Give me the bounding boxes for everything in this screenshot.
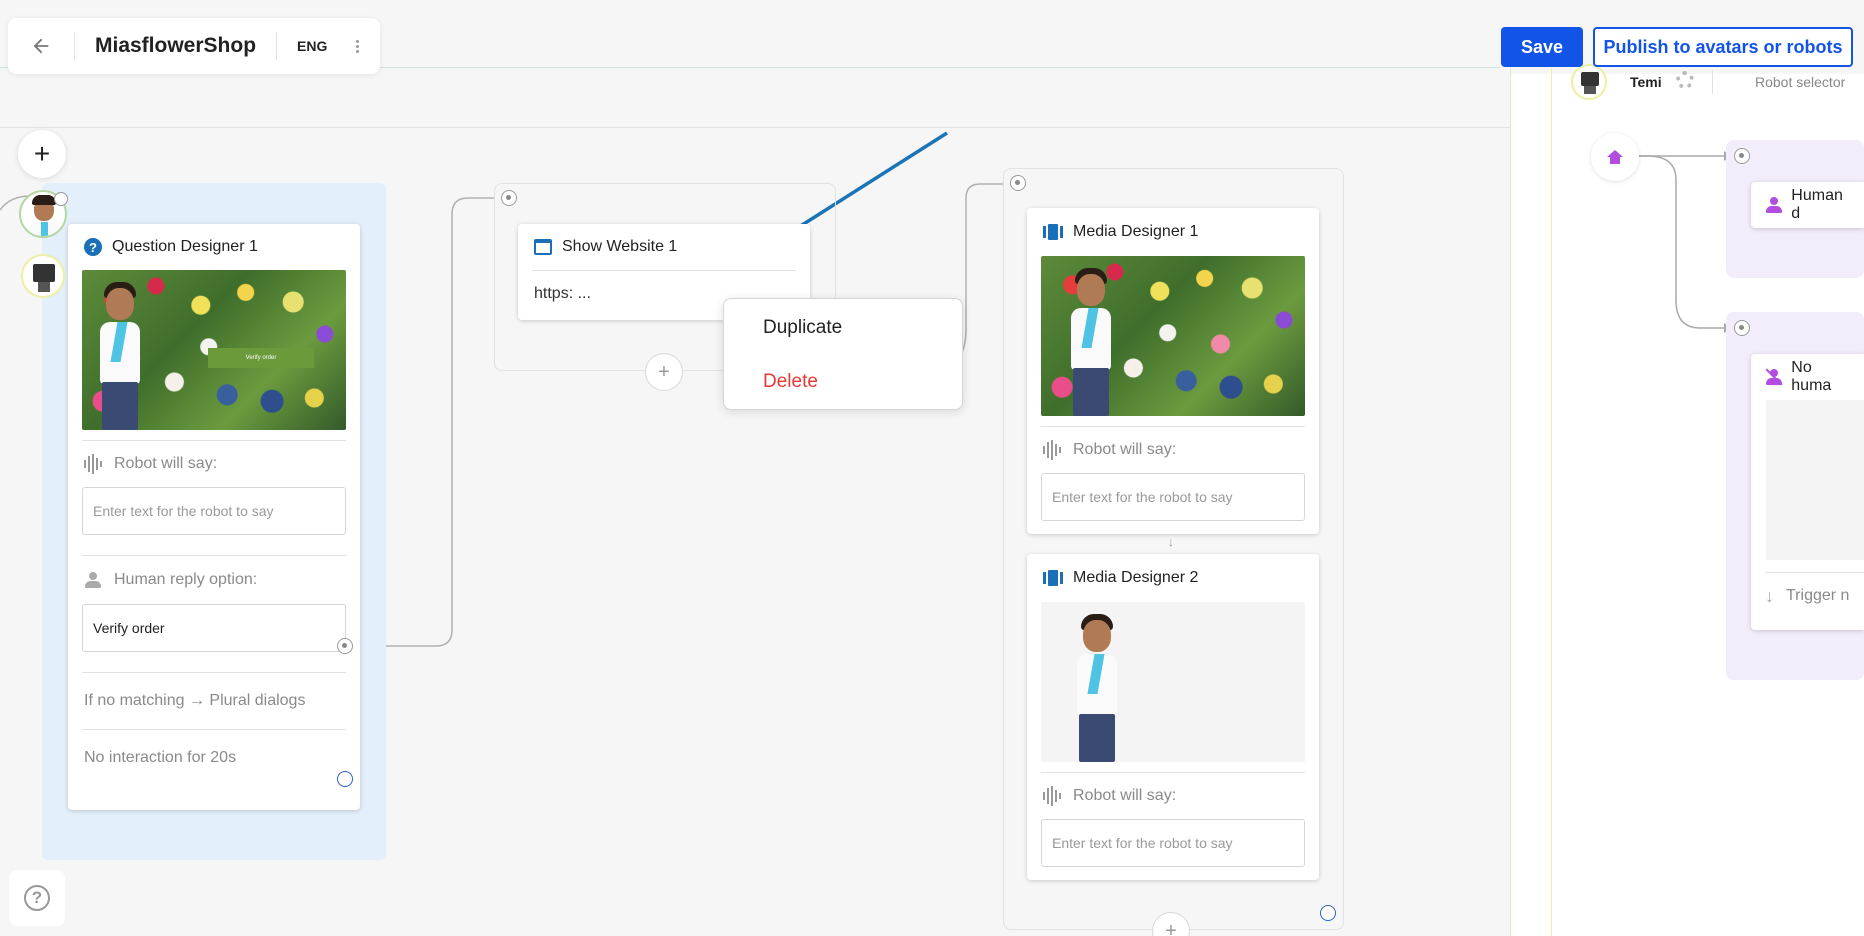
website-card-title: Show Website 1 [562,238,678,255]
back-arrow-icon [33,38,49,54]
no-match-row[interactable]: If no matching → Plural dialogs [68,673,360,729]
robot-say-row: Robot will say: [68,441,360,487]
help-icon: ? [24,885,50,911]
duplicate-menu-item[interactable]: Duplicate [724,301,962,355]
robot-avatar[interactable] [1571,64,1607,100]
panel-inner-border [1551,68,1552,936]
media-card-1-header: Media Designer 1 [1027,208,1319,256]
media-1-robot-say-row: Robot will say: [1027,427,1319,473]
no-human-card[interactable]: No huma ↓ Trigger n [1751,354,1864,630]
human-detected-card[interactable]: Human d [1751,182,1864,228]
panel-border [1510,68,1511,936]
human-card-title: Human d [1791,187,1843,222]
website-input-port[interactable] [501,190,517,206]
delete-menu-item[interactable]: Delete [724,355,962,409]
language-selector[interactable]: ENG [277,38,347,54]
question-icon: ? [84,238,102,256]
trigger-row[interactable]: ↓ Trigger n [1751,576,1863,616]
person-icon [84,571,102,589]
avatar-figure [92,282,148,430]
avatar-figure [1069,614,1125,762]
reply-output-port[interactable] [337,638,353,654]
media-2-robot-say-input[interactable] [1041,819,1305,867]
no-human-media-placeholder [1766,400,1864,560]
top-toolbar: MiasflowerShop ENG [8,18,380,74]
media-designer-card-2[interactable]: Media Designer 2 Robot will say: [1027,554,1319,880]
media-1-robot-say-label: Robot will say: [1073,441,1177,458]
robot-say-input[interactable] [82,487,346,535]
human-reply-row: Human reply option: [68,556,360,604]
down-arrow-icon: ↓ [1168,535,1174,549]
question-image[interactable]: Verify order [82,270,346,430]
help-button[interactable]: ? [9,870,65,926]
plus-icon: + [33,138,51,169]
sound-wave-icon [1043,786,1061,806]
question-card-title: Question Designer 1 [112,238,258,255]
question-designer-card[interactable]: ? Question Designer 1 Verify order Robot… [68,224,360,810]
media-card-2-header: Media Designer 2 [1027,554,1319,602]
media-card-1-title: Media Designer 1 [1073,223,1199,240]
publish-button[interactable]: Publish to avatars or robots [1593,27,1853,67]
website-card-header: Show Website 1 [518,224,810,270]
down-arrow-icon: ↓ [1765,585,1774,606]
no-interaction-row[interactable]: No interaction for 20s [68,730,360,786]
media-2-robot-say-row: Robot will say: [1027,773,1319,819]
person-off-icon [1765,368,1783,386]
no-human-zone-port[interactable] [1734,320,1750,336]
no-interaction-text: No interaction for 20s [84,749,237,766]
website-url-text: https: ... [534,285,591,302]
person-icon [1765,196,1782,214]
robot-selector-label[interactable]: Robot selector [1755,74,1845,90]
media-icon [1043,570,1063,586]
media-input-port[interactable] [1010,175,1026,191]
robot-thumbnail[interactable] [21,254,65,298]
kebab-icon[interactable] [347,39,367,53]
sound-wave-icon [1043,440,1061,460]
robot-say-label: Robot will say: [114,455,218,472]
no-interaction-port[interactable] [337,771,353,787]
trigger-text: Trigger n [1786,587,1850,604]
media-designer-card-1[interactable]: Media Designer 1 Robot will say: [1027,208,1319,534]
no-match-text: If no matching → Plural dialogs [84,692,306,709]
image-verify-button: Verify order [208,348,314,368]
avatar-figure [1063,268,1119,416]
media-image-2[interactable] [1041,602,1305,762]
browser-window-icon [534,239,552,255]
reply-option-input[interactable] [82,604,346,652]
gear-icon[interactable] [1676,71,1694,89]
home-icon [1607,150,1623,164]
save-button[interactable]: Save [1501,27,1583,67]
media-1-robot-say-input[interactable] [1041,473,1305,521]
no-human-card-title: No huma [1791,359,1832,394]
context-menu: Duplicate Delete [723,298,963,410]
human-reply-label: Human reply option: [114,571,258,588]
flow-canvas[interactable]: ? Question Designer 1 Verify order Robot… [0,0,1864,936]
robot-name[interactable]: Temi [1630,74,1662,90]
media-group-output-port[interactable] [1320,905,1336,921]
add-node-button[interactable]: + [18,130,66,178]
media-2-robot-say-label: Robot will say: [1073,787,1177,804]
avatar-port[interactable] [54,192,68,206]
project-name[interactable]: MiasflowerShop [75,34,276,58]
media-icon [1043,224,1063,240]
media-image-1[interactable] [1041,256,1305,416]
human-zone-port[interactable] [1734,148,1750,164]
back-button[interactable] [8,18,74,74]
question-card-header: ? Question Designer 1 [68,224,360,270]
home-node[interactable] [1591,133,1639,181]
media-card-2-title: Media Designer 2 [1073,569,1199,586]
add-step-button[interactable]: + [645,353,683,391]
sound-wave-icon [84,454,102,474]
